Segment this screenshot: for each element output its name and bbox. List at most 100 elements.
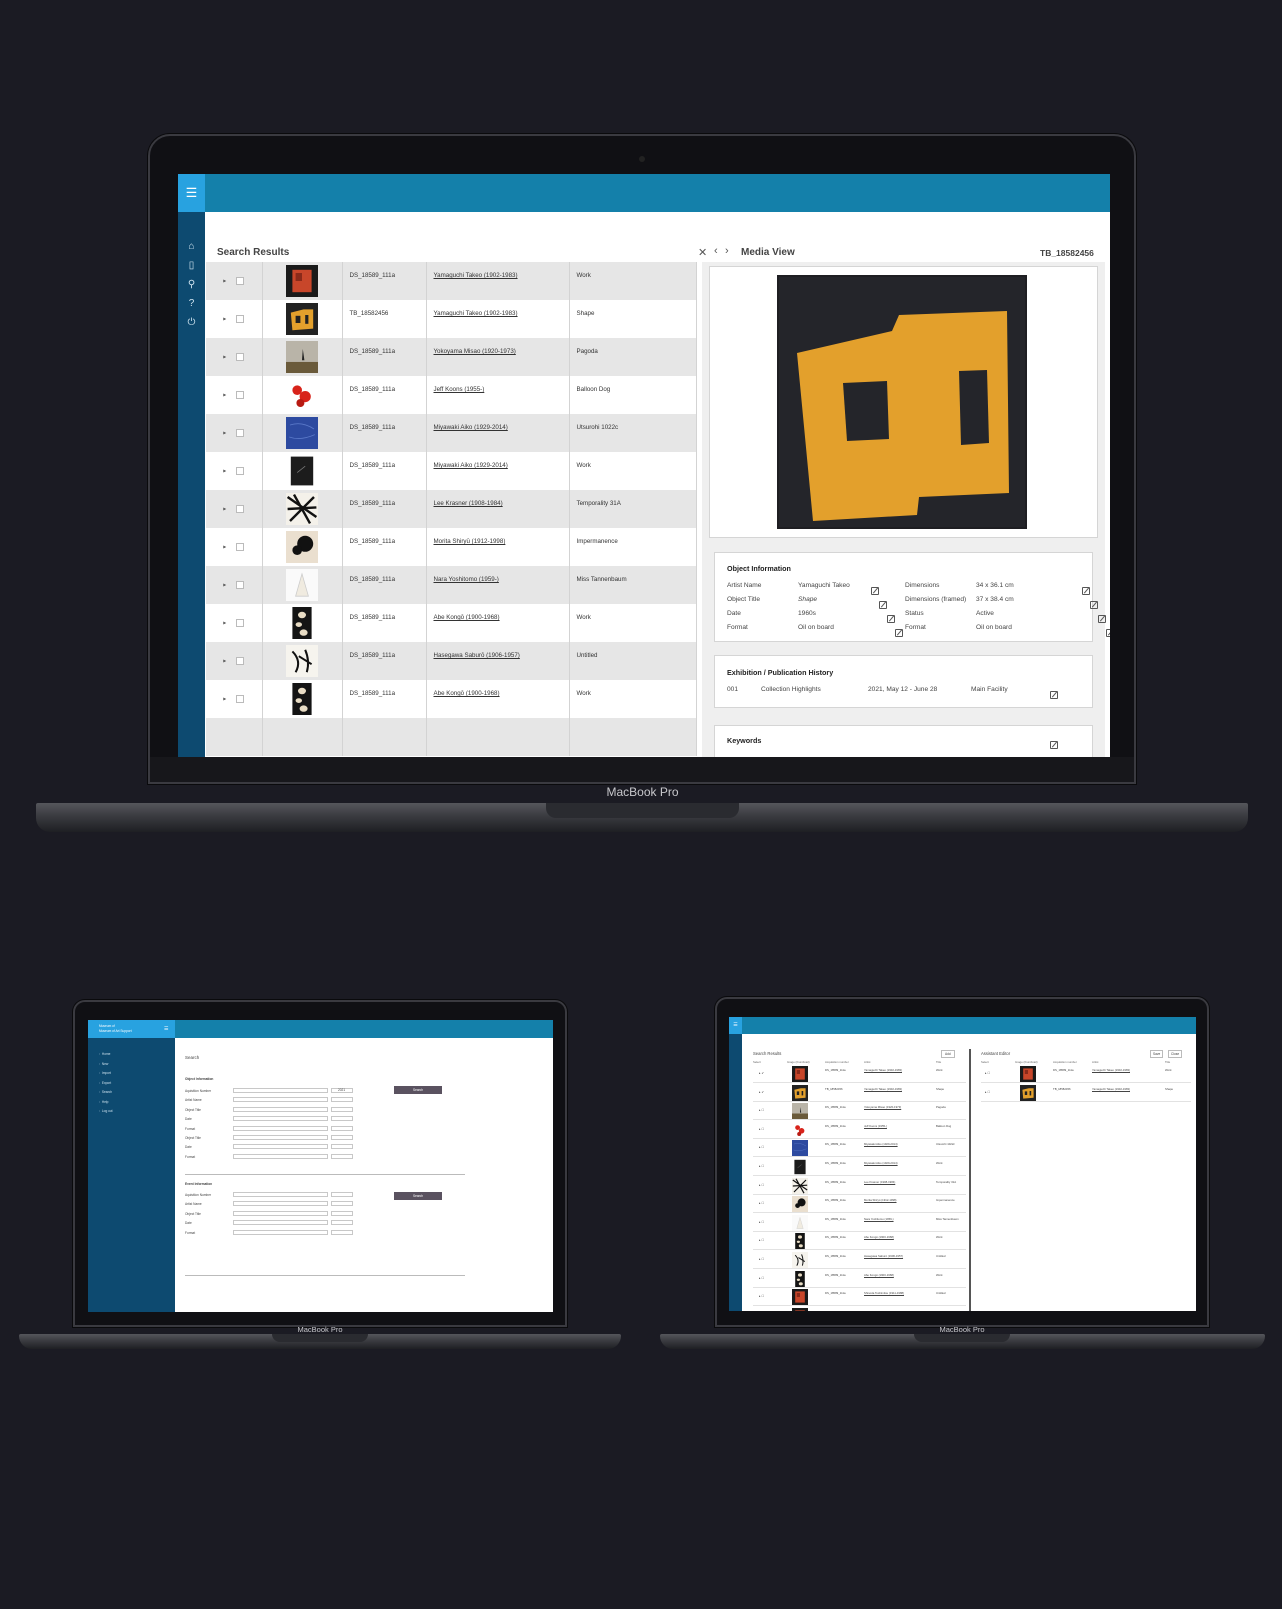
- artist-link[interactable]: Abe Kongō (1900-1968): [864, 1273, 894, 1277]
- edit-icon[interactable]: [1050, 741, 1058, 749]
- document-icon[interactable]: ▯: [178, 256, 205, 275]
- row-checkbox[interactable]: ▸ ☐: [759, 1257, 764, 1261]
- artwork-thumbnail[interactable]: [282, 607, 322, 639]
- row-checkbox[interactable]: ▸ ☐: [759, 1294, 764, 1298]
- table-row[interactable]: ▸ ☐ DS_18589_111a Yokoyama Misao (1920-197…: [753, 1102, 966, 1121]
- artist-link[interactable]: Hasegawa Saburō (1906-1957): [427, 642, 569, 659]
- expand-arrow-icon[interactable]: ▸: [223, 355, 226, 361]
- edit-icon[interactable]: [1050, 691, 1058, 699]
- event-search-button[interactable]: Search: [394, 1192, 442, 1200]
- edit-icon[interactable]: [1098, 615, 1106, 623]
- table-row[interactable]: ▸ DS_18589_111a Lee Krasner (1908-1984) Tem…: [206, 490, 697, 528]
- table-row[interactable]: ▸ TB_18582456 Yamaguchi Takeo (1902-1983) S…: [206, 300, 697, 338]
- select-dropdown[interactable]: [331, 1106, 353, 1112]
- artwork-thumbnail[interactable]: [282, 303, 322, 335]
- close-button[interactable]: Close: [1168, 1050, 1183, 1058]
- table-row[interactable]: ▸ DS_18589_111a Miyawaki Aiko (1929-2014) U…: [206, 414, 697, 452]
- row-checkbox[interactable]: [236, 505, 245, 513]
- artist-link[interactable]: Morita Shiryū (1912-1998): [427, 528, 569, 545]
- expand-arrow-icon[interactable]: ▸: [223, 279, 226, 285]
- table-row[interactable]: ▸ ☐ DS_18589_111a Morita Shiryū (1912-1998…: [753, 1195, 966, 1214]
- artist-link[interactable]: Yamaguchi Takeo (1902-1983): [1092, 1087, 1130, 1091]
- text-input[interactable]: [233, 1144, 328, 1150]
- table-row[interactable]: ▸ ☐DS_18589_111aSugai Kumi (1919-1996)Un…: [753, 1307, 966, 1311]
- artwork-thumbnail[interactable]: [282, 379, 322, 411]
- artist-link[interactable]: Sugai Kumi (1919-1996): [864, 1310, 894, 1311]
- edit-icon[interactable]: [879, 601, 887, 609]
- chevron-right-icon[interactable]: ›: [725, 245, 729, 257]
- artwork-thumbnail[interactable]: [282, 455, 322, 487]
- table-row[interactable]: ▸ DS_18589_111a Jeff Koons (1955-) Balloon …: [206, 376, 697, 414]
- expand-arrow-icon[interactable]: ▸: [223, 393, 226, 399]
- row-checkbox[interactable]: ▸ ☐: [985, 1090, 990, 1094]
- table-row[interactable]: ▸ ☐ DS_18589_111a Miyawaki Aiko (1929-2014…: [753, 1139, 966, 1158]
- select-dropdown[interactable]: [331, 1125, 353, 1131]
- table-row[interactable]: ▸ ✔ DS_18589_111a Yamaguchi Takeo (1902-19…: [753, 1065, 966, 1083]
- table-row[interactable]: ▸ DS_18589_111a Morita Shiryū (1912-1998) I…: [206, 528, 697, 566]
- artist-link[interactable]: Yamaguchi Takeo (1902-1983): [427, 300, 569, 317]
- select-dropdown[interactable]: [331, 1220, 353, 1226]
- expand-arrow-icon[interactable]: ▸: [223, 469, 226, 475]
- artist-link[interactable]: Jeff Koons (1955-): [427, 376, 569, 393]
- row-checkbox[interactable]: ▸ ☐: [759, 1238, 764, 1242]
- text-input[interactable]: [233, 1125, 328, 1131]
- artist-link[interactable]: Miyawaki Aiko (1929-2014): [427, 414, 569, 431]
- editor-row[interactable]: ▸ ☐ TB_18582456 Yamaguchi Takeo (1902-1983…: [981, 1084, 1191, 1102]
- nav-item[interactable]: ◦ Help: [99, 1100, 108, 1104]
- edit-icon[interactable]: [1106, 629, 1110, 637]
- row-checkbox[interactable]: [236, 543, 245, 551]
- text-input[interactable]: [233, 1229, 328, 1235]
- nav-item[interactable]: ◦ Home: [99, 1052, 110, 1056]
- edit-icon[interactable]: [871, 587, 879, 595]
- select-dropdown[interactable]: [331, 1210, 353, 1216]
- text-input[interactable]: [233, 1201, 328, 1207]
- add-button[interactable]: Add: [941, 1050, 955, 1058]
- select-dropdown[interactable]: [331, 1116, 353, 1122]
- table-row[interactable]: ▸ DS_18589_111a Yamaguchi Takeo (1902-1983…: [206, 262, 697, 300]
- artist-link[interactable]: Yamaguchi Takeo (1902-1983): [427, 262, 569, 279]
- table-row[interactable]: ▸ ☐ DS_18589_111a Abe Kongō (1900-1968) Wor…: [753, 1270, 966, 1288]
- row-checkbox[interactable]: ▸ ☐: [759, 1108, 764, 1112]
- row-checkbox[interactable]: ▸ ✔: [759, 1090, 764, 1094]
- text-input[interactable]: [233, 1088, 328, 1093]
- select-dropdown[interactable]: [331, 1135, 353, 1140]
- artist-link[interactable]: Lee Krasner (1908-1984): [427, 490, 569, 507]
- artwork-thumbnail[interactable]: [282, 341, 322, 373]
- artwork-thumbnail[interactable]: [282, 569, 322, 601]
- artist-link[interactable]: Miyawaki Aiko (1929-2014): [864, 1142, 898, 1146]
- expand-arrow-icon[interactable]: ▸: [223, 545, 226, 551]
- save-button[interactable]: Save: [1150, 1050, 1164, 1058]
- artwork-thumbnail[interactable]: [282, 417, 322, 449]
- text-input[interactable]: [233, 1153, 328, 1159]
- artwork-thumbnail[interactable]: [282, 531, 322, 563]
- artwork-thumbnail[interactable]: [1019, 1084, 1037, 1106]
- row-checkbox[interactable]: ▸ ✔: [759, 1071, 764, 1075]
- artist-link[interactable]: Yamaguchi Takeo (1902-1983): [1092, 1068, 1130, 1072]
- row-checkbox[interactable]: [236, 467, 245, 475]
- text-input[interactable]: [233, 1116, 328, 1122]
- row-checkbox[interactable]: ▸ ☐: [985, 1071, 990, 1075]
- table-row[interactable]: ▸ ☐ DS_18589_111a Shinoda Toshimitsu (1911…: [753, 1288, 966, 1307]
- select-dropdown[interactable]: [331, 1192, 353, 1197]
- row-checkbox[interactable]: ▸ ☐: [759, 1276, 764, 1280]
- text-input[interactable]: [233, 1192, 328, 1197]
- row-checkbox[interactable]: [236, 695, 245, 703]
- row-checkbox[interactable]: [236, 619, 245, 627]
- row-checkbox[interactable]: ▸ ☐: [759, 1127, 764, 1131]
- table-row[interactable]: ▸ DS_18589_111a Abe Kongō (1900-1968) Work: [206, 680, 697, 718]
- artist-link[interactable]: Morita Shiryū (1912-1998): [864, 1198, 897, 1202]
- table-row[interactable]: ▸ DS_18589_111a Hasegawa Saburō (1906-1957…: [206, 642, 697, 680]
- chevron-left-icon[interactable]: ‹: [714, 245, 718, 257]
- text-input[interactable]: [233, 1097, 328, 1103]
- artist-link[interactable]: Yamaguchi Takeo (1902-1983): [864, 1087, 902, 1091]
- row-checkbox[interactable]: [236, 277, 245, 285]
- text-input[interactable]: [233, 1106, 328, 1112]
- expand-arrow-icon[interactable]: ▸: [223, 697, 226, 703]
- table-row[interactable]: ▸ DS_18589_111a Yokoyama Misao (1920-1973)…: [206, 338, 697, 376]
- expand-arrow-icon[interactable]: ▸: [223, 583, 226, 589]
- artist-link[interactable]: Abe Kongō (1900-1968): [864, 1235, 894, 1239]
- nav-item[interactable]: ◦ Search: [99, 1090, 112, 1094]
- select-dropdown[interactable]: [331, 1153, 353, 1159]
- expand-arrow-icon[interactable]: ▸: [223, 621, 226, 627]
- row-checkbox[interactable]: [236, 429, 245, 437]
